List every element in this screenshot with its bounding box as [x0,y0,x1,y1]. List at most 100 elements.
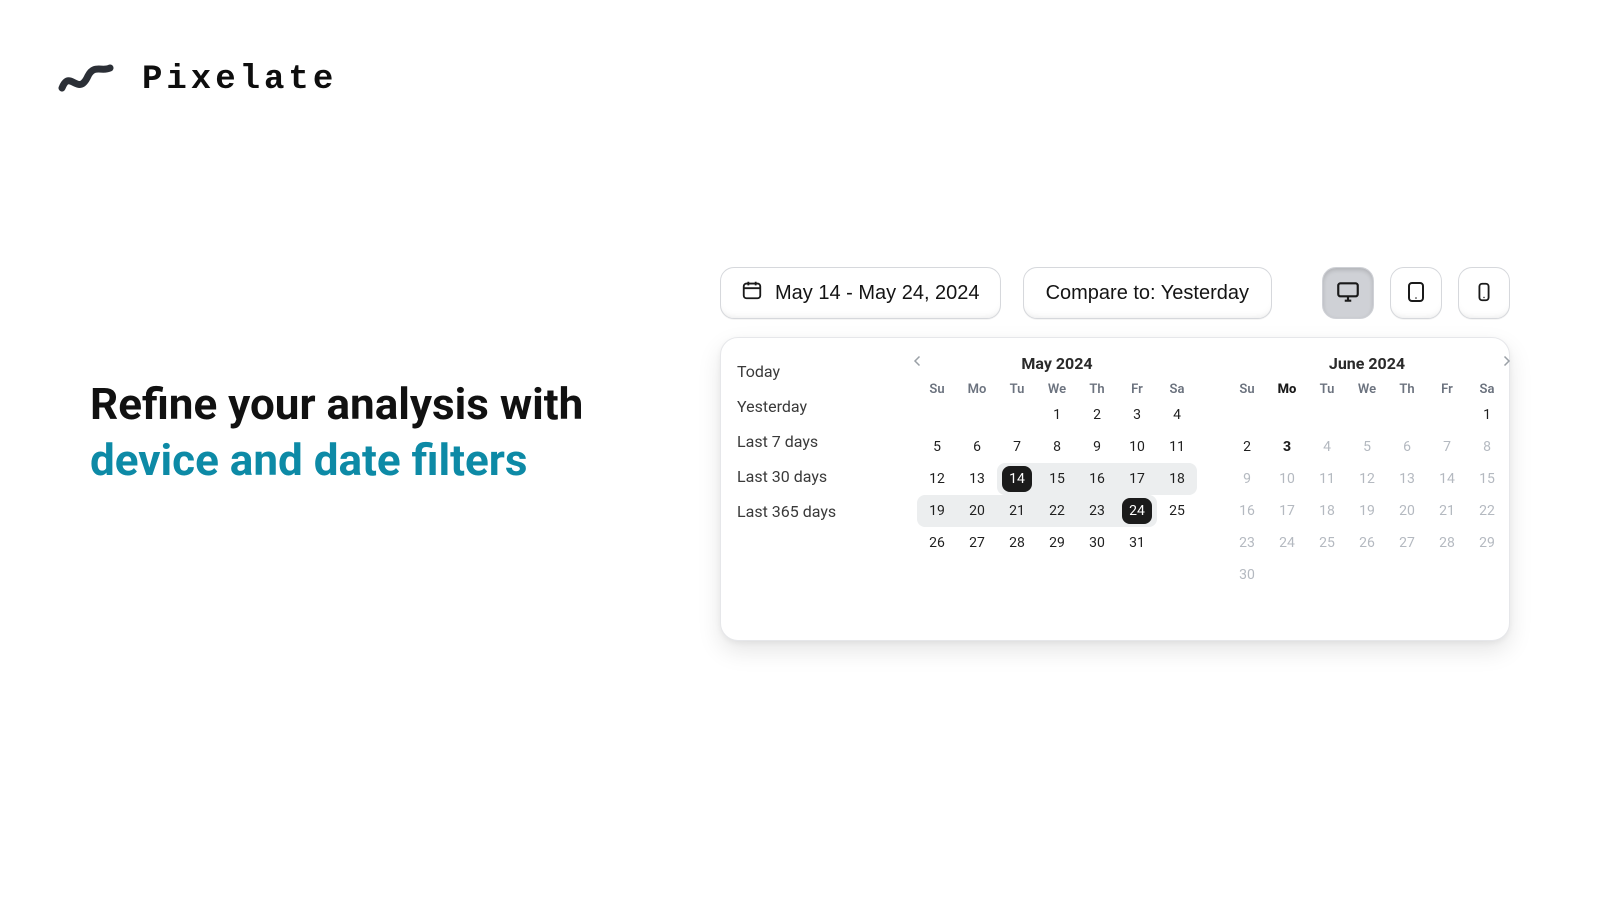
calendar-day[interactable]: 28 [1427,527,1467,559]
calendar-day[interactable]: 14 [997,463,1037,495]
arrow-left-icon [909,352,927,374]
brand-name: Pixelate [142,61,337,99]
calendar-day[interactable]: 3 [1117,399,1157,431]
calendar-day[interactable]: 24 [1117,495,1157,527]
calendar-day[interactable]: 22 [1037,495,1077,527]
calendar-day[interactable]: 10 [1117,431,1157,463]
calendar-day[interactable]: 24 [1267,527,1307,559]
calendar-day[interactable]: 26 [917,527,957,559]
calendar-day[interactable]: 20 [1387,495,1427,527]
device-tablet-button[interactable] [1390,267,1442,319]
compare-button[interactable]: Compare to: Yesterday [1023,267,1272,319]
calendar-day[interactable]: 6 [957,431,997,463]
calendar-day[interactable]: 28 [997,527,1037,559]
calendar-day[interactable]: 31 [1117,527,1157,559]
calendar-day[interactable]: 25 [1307,527,1347,559]
preset-item[interactable]: Last 30 days [735,459,897,494]
calendar-day[interactable]: 15 [1037,463,1077,495]
calendar-day[interactable]: 29 [1037,527,1077,559]
calendar-day[interactable]: 18 [1157,463,1197,495]
calendar-day[interactable]: 2 [1227,431,1267,463]
calendar-day[interactable]: 1 [1467,399,1507,431]
calendar-day[interactable]: 21 [1427,495,1467,527]
calendar-day[interactable]: 13 [957,463,997,495]
preset-item[interactable]: Last 7 days [735,424,897,459]
weekday-row-right: SuMoTuWeThFrSa [1217,382,1517,397]
calendar-day[interactable]: 11 [1157,431,1197,463]
weekday-label: Th [1077,382,1117,397]
calendar-day[interactable]: 12 [917,463,957,495]
arrow-right-icon [1497,352,1515,374]
calendar-day[interactable]: 5 [1347,431,1387,463]
device-mobile-button[interactable] [1458,267,1510,319]
weekday-label: Tu [997,382,1037,397]
preset-item[interactable]: Yesterday [735,389,897,424]
calendar-day[interactable]: 8 [1037,431,1077,463]
calendar-day[interactable]: 15 [1467,463,1507,495]
calendar-day[interactable]: 17 [1117,463,1157,495]
calendar-day[interactable]: 16 [1227,495,1267,527]
calendar-day[interactable]: 19 [1347,495,1387,527]
weekday-label: Th [1387,382,1427,397]
calendar-day[interactable]: 16 [1077,463,1117,495]
calendar-day[interactable]: 29 [1467,527,1507,559]
headline-line-1: Refine your analysis with [90,376,650,432]
device-desktop-button[interactable] [1322,267,1374,319]
mobile-icon [1473,281,1495,306]
calendar-day[interactable]: 25 [1157,495,1197,527]
calendar-day[interactable]: 1 [1037,399,1077,431]
days-grid-left: 1234567891011121314151617181920212223242… [907,399,1207,559]
preset-item[interactable]: Last 365 days [735,494,897,529]
calendar-card: TodayYesterdayLast 7 daysLast 30 daysLas… [720,337,1510,641]
days-grid-right: 1234567891011121314151617181920212223242… [1217,399,1517,591]
calendar-day[interactable]: 7 [1427,431,1467,463]
calendar-day[interactable]: 9 [1227,463,1267,495]
calendar-day[interactable]: 30 [1227,559,1267,591]
calendar-day[interactable]: 21 [997,495,1037,527]
calendar-day[interactable]: 11 [1307,463,1347,495]
next-month-button[interactable] [1495,352,1517,374]
calendar-day[interactable]: 27 [1387,527,1427,559]
calendar-day[interactable]: 4 [1307,431,1347,463]
calendar-day[interactable]: 10 [1267,463,1307,495]
calendar-day[interactable]: 23 [1077,495,1117,527]
calendar-day[interactable]: 19 [917,495,957,527]
weekday-label: Sa [1157,382,1197,397]
preset-item[interactable]: Today [735,354,897,389]
device-toggle-group [1322,267,1510,319]
prev-month-button[interactable] [907,352,929,374]
calendar-day[interactable]: 14 [1427,463,1467,495]
month-title-right: June 2024 [1329,354,1405,373]
calendar-day[interactable]: 4 [1157,399,1197,431]
calendar-day[interactable]: 13 [1387,463,1427,495]
calendar-day[interactable]: 6 [1387,431,1427,463]
calendar-day[interactable]: 5 [917,431,957,463]
calendar-month-left: May 2024 SuMoTuWeThFrSa 1234567891011121… [907,350,1207,624]
brand: Pixelate [58,58,337,102]
headline: Refine your analysis with device and dat… [90,376,650,489]
calendar-day[interactable]: 30 [1077,527,1117,559]
calendar-day[interactable]: 20 [957,495,997,527]
calendar-day[interactable]: 12 [1347,463,1387,495]
calendar-day[interactable]: 7 [997,431,1037,463]
date-range-label: May 14 - May 24, 2024 [775,282,980,305]
filters-cluster: May 14 - May 24, 2024 Compare to: Yester… [720,267,1510,641]
weekday-label: We [1037,382,1077,397]
weekday-label: Mo [1267,382,1307,397]
date-presets: TodayYesterdayLast 7 daysLast 30 daysLas… [735,350,897,624]
calendar-day[interactable]: 2 [1077,399,1117,431]
calendar-day[interactable]: 23 [1227,527,1267,559]
calendar-day[interactable]: 22 [1467,495,1507,527]
calendar-day[interactable]: 9 [1077,431,1117,463]
weekday-label: Fr [1117,382,1157,397]
calendar-day[interactable]: 17 [1267,495,1307,527]
calendar-day[interactable]: 3 [1267,431,1307,463]
brand-mark-icon [58,58,114,102]
calendar-day[interactable]: 26 [1347,527,1387,559]
calendar-day[interactable]: 18 [1307,495,1347,527]
calendar-month-right: June 2024 SuMoTuWeThFrSa 123456789101112… [1217,350,1517,624]
date-range-button[interactable]: May 14 - May 24, 2024 [720,267,1001,319]
calendar-day[interactable]: 27 [957,527,997,559]
weekday-label: Mo [957,382,997,397]
calendar-day[interactable]: 8 [1467,431,1507,463]
